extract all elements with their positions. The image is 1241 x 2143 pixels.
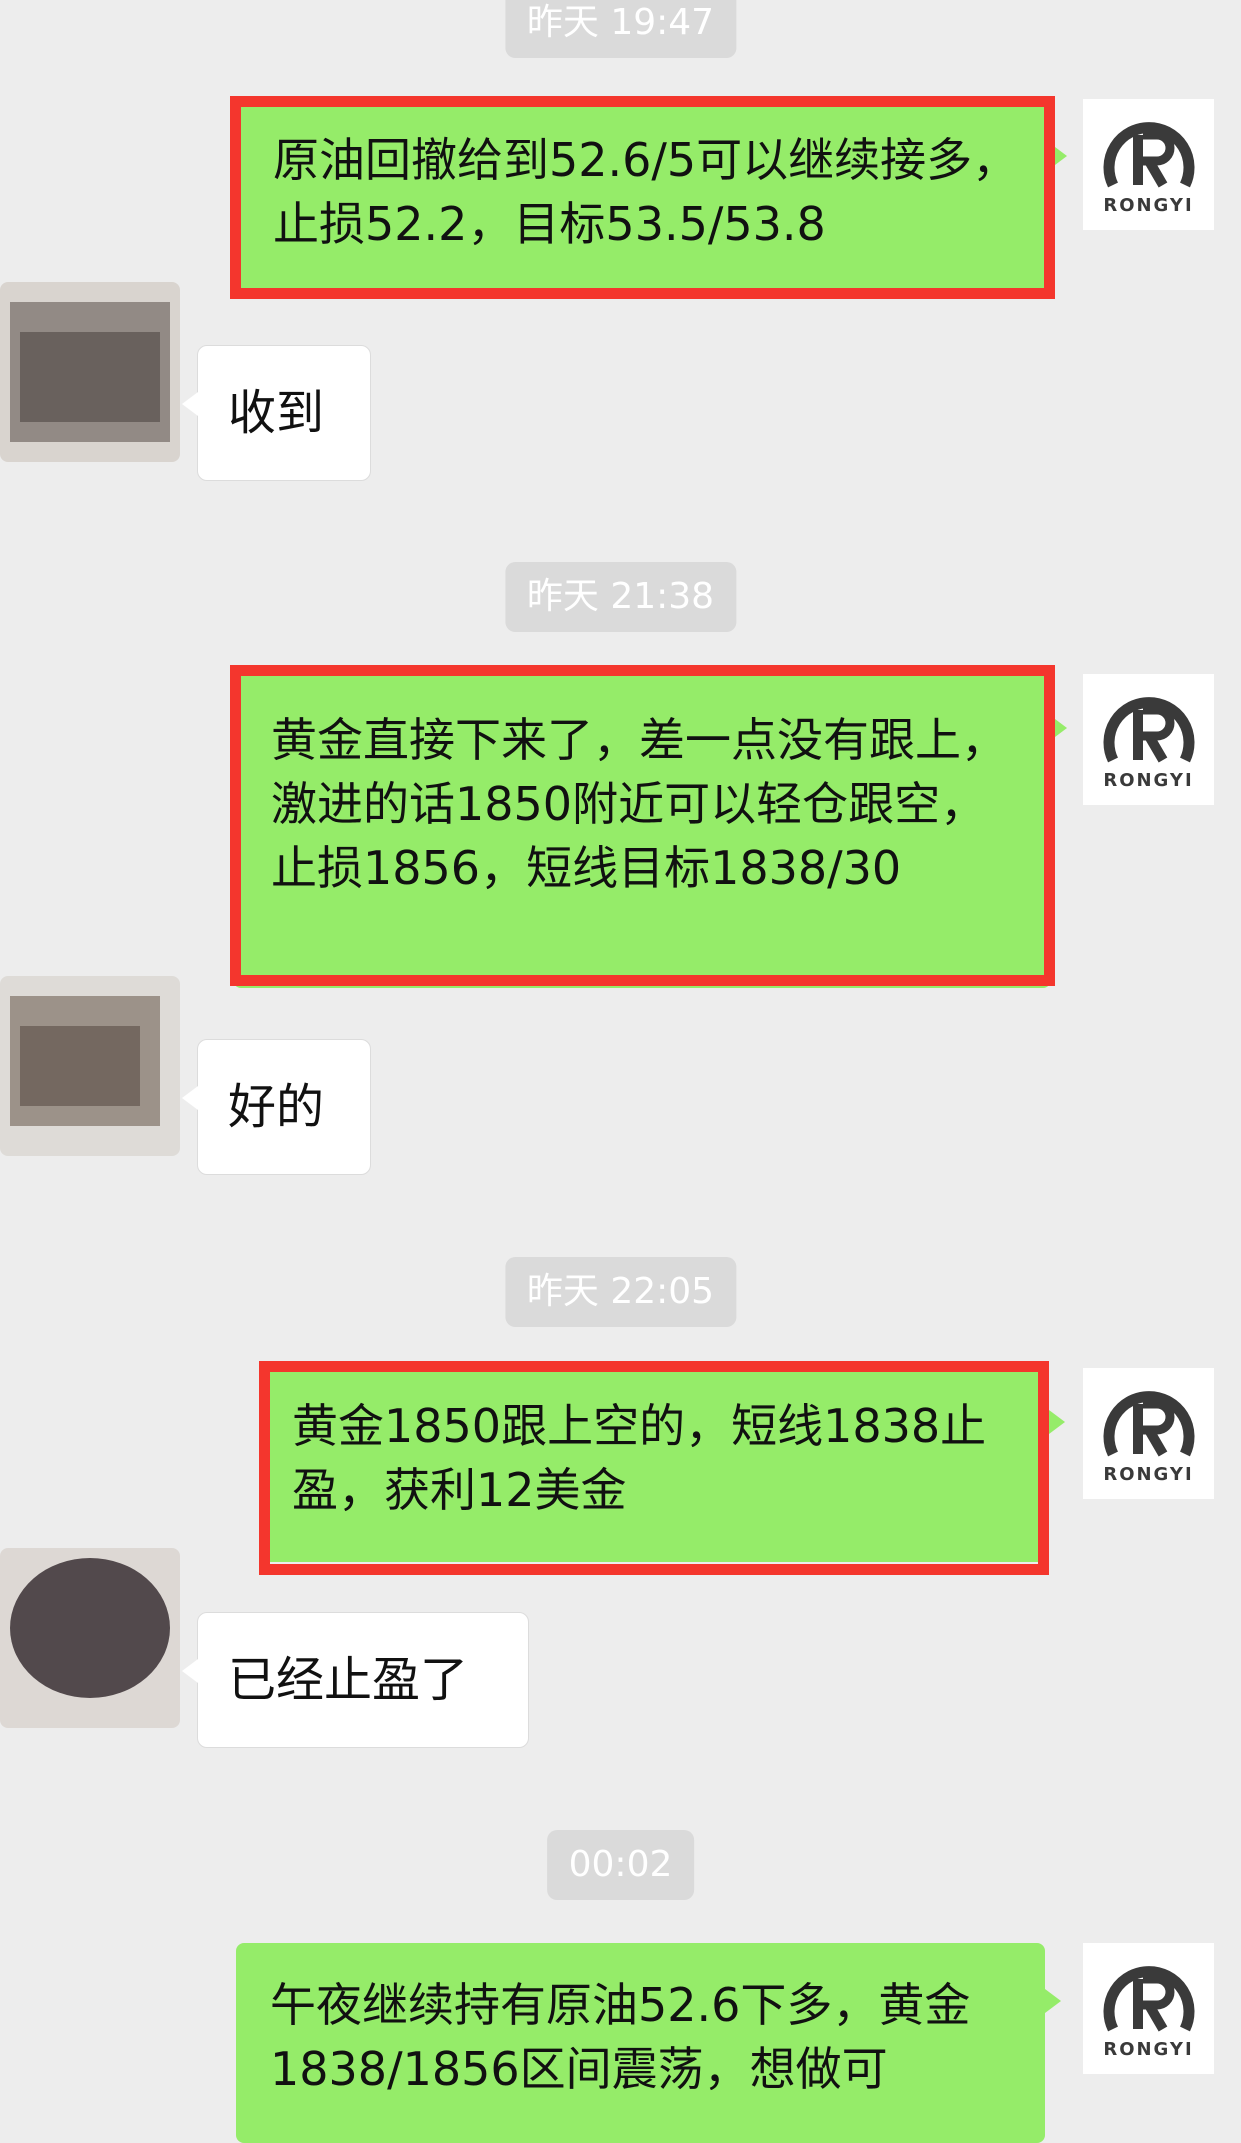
outgoing-message-bubble[interactable]: 午夜继续持有原油52.6下多，黄金1838/1856区间震荡，想做可 xyxy=(236,1943,1061,2143)
outgoing-message-bubble[interactable]: 黄金1850跟上空的，短线1838止盈，获利12美金 xyxy=(262,1364,1065,1562)
rongyi-logo-icon xyxy=(1103,122,1194,188)
logo-text: RONGYI xyxy=(1103,2039,1194,2060)
sender-avatar[interactable]: RONGYI xyxy=(1083,1943,1214,2074)
timestamp: 昨天 21:38 xyxy=(504,562,737,632)
timestamp: 昨天 22:05 xyxy=(504,1257,737,1327)
message-text: 已经止盈了 xyxy=(228,1652,469,1708)
rongyi-logo-icon xyxy=(1103,1966,1194,2032)
contact-avatar[interactable] xyxy=(0,1548,180,1728)
outgoing-message-bubble[interactable]: 黄金直接下来了，差一点没有跟上，激进的话1850附近可以轻仓跟空，止损1856，… xyxy=(233,670,1067,988)
sender-avatar[interactable]: RONGYI xyxy=(1083,99,1214,230)
sender-avatar[interactable]: RONGYI xyxy=(1083,674,1214,805)
incoming-message-bubble[interactable]: 已经止盈了 xyxy=(182,1612,529,1748)
sender-avatar[interactable]: RONGYI xyxy=(1083,1368,1214,1499)
message-text: 收到 xyxy=(228,385,325,441)
rongyi-logo-icon xyxy=(1103,697,1194,763)
timestamp: 昨天 19:47 xyxy=(504,0,737,58)
incoming-message-bubble[interactable]: 收到 xyxy=(182,345,371,481)
contact-avatar[interactable] xyxy=(0,282,180,462)
logo-text: RONGYI xyxy=(1103,1464,1194,1485)
message-text: 黄金直接下来了，差一点没有跟上，激进的话1850附近可以轻仓跟空，止损1856，… xyxy=(271,713,1007,895)
rongyi-logo-icon xyxy=(1103,1391,1194,1457)
contact-avatar[interactable] xyxy=(0,976,180,1156)
logo-text: RONGYI xyxy=(1103,770,1194,791)
incoming-message-bubble[interactable]: 好的 xyxy=(182,1039,371,1175)
message-text: 原油回撤给到52.6/5可以继续接多，止损52.2，目标53.5/53.8 xyxy=(273,133,1019,251)
logo-text: RONGYI xyxy=(1103,195,1194,216)
message-text: 午夜继续持有原油52.6下多，黄金1838/1856区间震荡，想做可 xyxy=(270,1978,971,2096)
message-text: 黄金1850跟上空的，短线1838止盈，获利12美金 xyxy=(292,1399,987,1517)
message-text: 好的 xyxy=(228,1079,325,1135)
outgoing-message-bubble[interactable]: 原油回撤给到52.6/5可以继续接多，止损52.2，目标53.5/53.8 xyxy=(233,98,1067,290)
timestamp: 00:02 xyxy=(546,1830,695,1900)
